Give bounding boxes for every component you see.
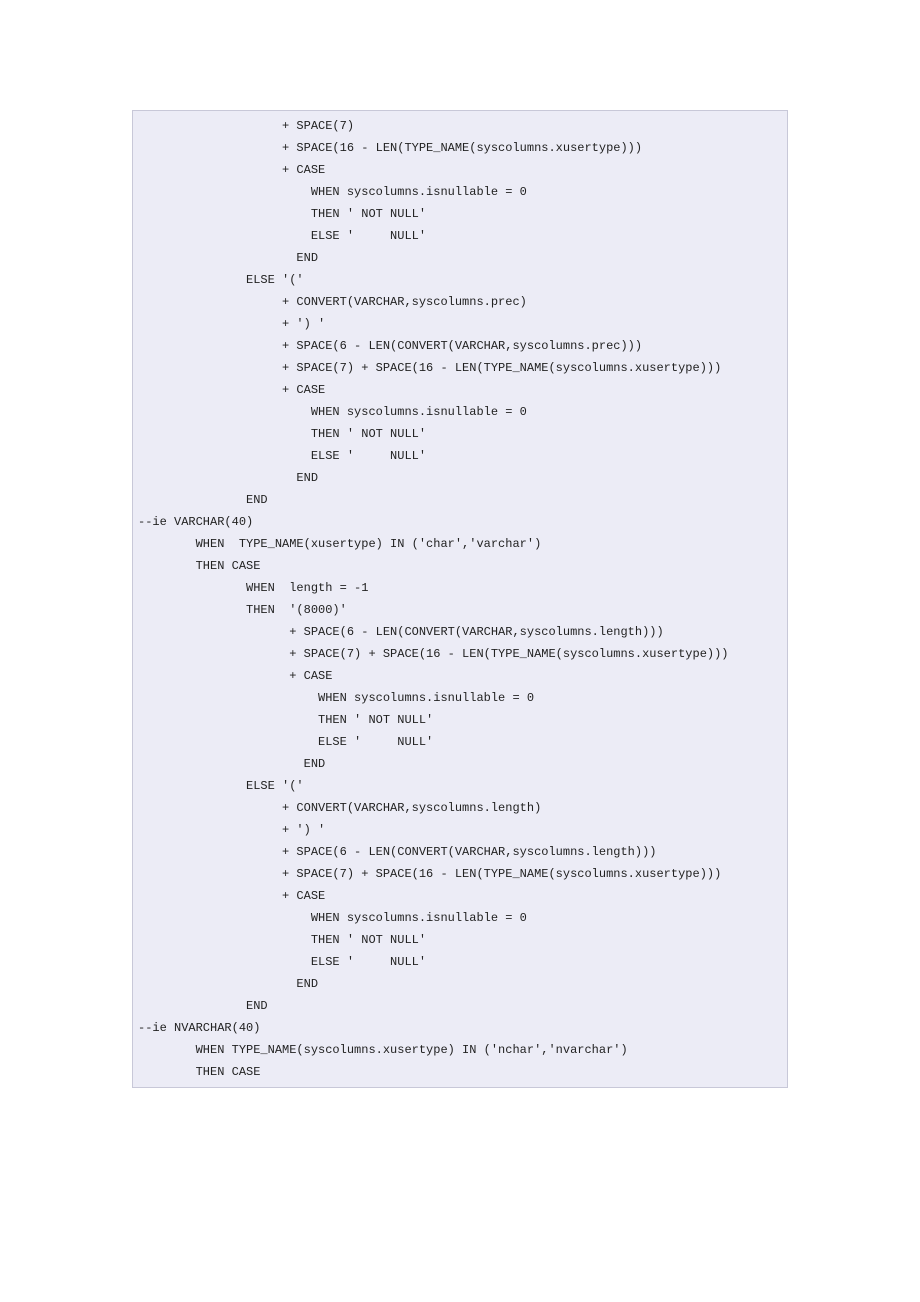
code-block: + SPACE(7) + SPACE(16 - LEN(TYPE_NAME(sy… <box>132 110 788 1088</box>
code-content: + SPACE(7) + SPACE(16 - LEN(TYPE_NAME(sy… <box>138 119 729 1079</box>
page-container: + SPACE(7) + SPACE(16 - LEN(TYPE_NAME(sy… <box>0 0 920 1198</box>
